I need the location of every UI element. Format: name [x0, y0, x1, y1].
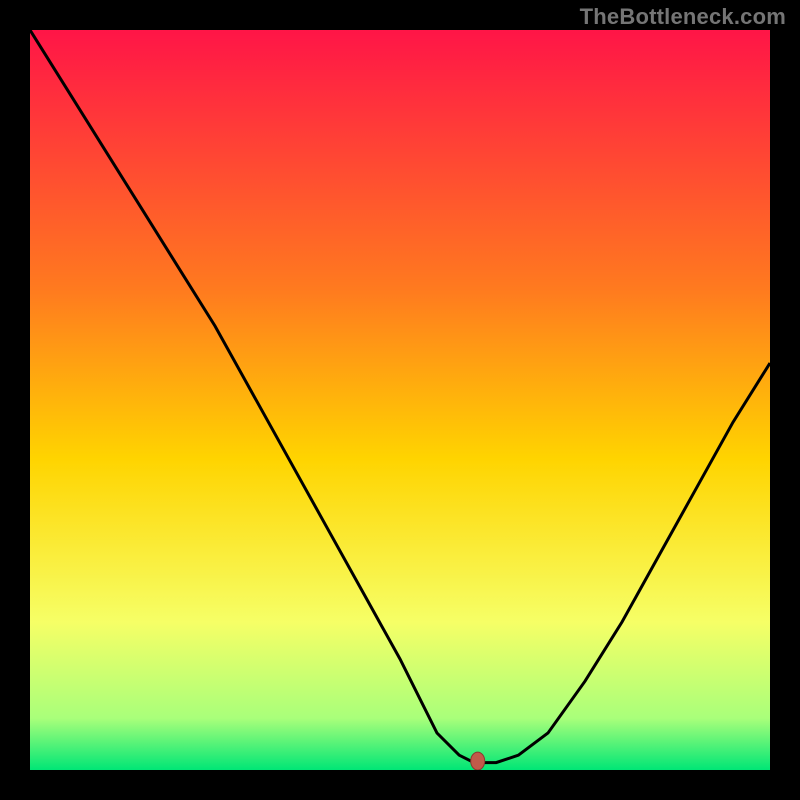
attribution-text: TheBottleneck.com — [580, 4, 786, 30]
chart-svg — [30, 30, 770, 770]
plot-area — [30, 30, 770, 770]
chart-frame: TheBottleneck.com — [0, 0, 800, 800]
marker-dot — [471, 752, 485, 770]
